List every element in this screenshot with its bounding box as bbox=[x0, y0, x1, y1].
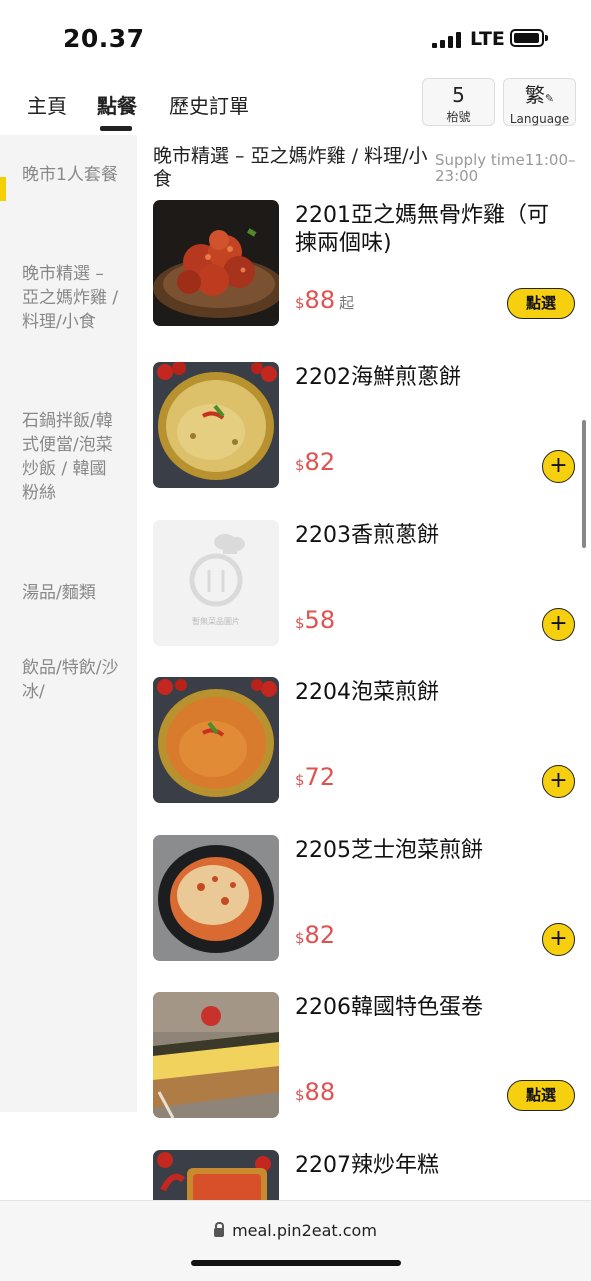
section-title: 晚市精選 – 亞之媽炸雞 / 料理/小食 bbox=[153, 145, 428, 190]
choose-button[interactable]: 點選 bbox=[507, 1080, 575, 1111]
menu-item[interactable]: 2206韓國特色蛋卷 $88 點選 bbox=[153, 992, 578, 1118]
choose-button[interactable]: 點選 bbox=[507, 288, 575, 319]
add-button[interactable]: + bbox=[542, 923, 575, 956]
tab-home[interactable]: 主頁 bbox=[27, 90, 67, 119]
add-button[interactable]: + bbox=[542, 608, 575, 641]
url-text: meal.pin2eat.com bbox=[232, 1221, 377, 1240]
category-soup-noodles[interactable]: 湯品/麵類 bbox=[22, 581, 122, 605]
item-price: $82 bbox=[295, 448, 336, 476]
tab-order-history[interactable]: 歷史訂單 bbox=[169, 90, 249, 119]
menu-item[interactable]: 2202海鮮煎蔥餅 $82 + bbox=[153, 362, 578, 488]
spicy-rice-cake-image[interactable] bbox=[153, 1150, 279, 1200]
egg-roll-image[interactable] bbox=[153, 992, 279, 1118]
signal-icon bbox=[432, 32, 462, 48]
kimchi-pancake-image[interactable] bbox=[153, 677, 279, 803]
lock-icon bbox=[214, 1222, 225, 1237]
item-name: 2203香煎蔥餅 bbox=[295, 523, 439, 548]
item-name: 2201亞之媽無骨炸雞（可揀兩個味) bbox=[295, 203, 549, 256]
category-dinner-set[interactable]: 晚市1人套餐 bbox=[22, 163, 122, 187]
add-button[interactable]: + bbox=[542, 450, 575, 483]
category-rice[interactable]: 石鍋拌飯/韓式便當/泡菜炒飯 / 韓國粉絲 bbox=[22, 409, 122, 505]
language-current: 繁 bbox=[524, 83, 545, 107]
scrollbar[interactable] bbox=[582, 420, 586, 548]
table-label: 枱號 bbox=[446, 110, 471, 124]
placeholder-image[interactable]: 暫無菜品圖片 bbox=[153, 520, 279, 646]
status-time: 20.37 bbox=[63, 24, 145, 53]
add-button[interactable]: + bbox=[542, 765, 575, 798]
top-nav: 主頁 點餐 歷史訂單 5 枱號 繁✎ Language bbox=[0, 78, 591, 134]
category-fried-chicken[interactable]: 晚市精選 – 亞之媽炸雞 / 料理/小食 bbox=[22, 262, 122, 334]
fried-chicken-image[interactable] bbox=[153, 200, 279, 326]
home-indicator[interactable] bbox=[191, 1260, 401, 1266]
language-button[interactable]: 繁✎ Language bbox=[503, 78, 576, 126]
status-bar: 20.37 LTE bbox=[0, 0, 591, 78]
active-category-indicator bbox=[0, 177, 6, 201]
menu-item[interactable]: 暫無菜品圖片 2203香煎蔥餅 $58 + bbox=[153, 520, 578, 646]
item-price: $72 bbox=[295, 763, 336, 791]
item-price: $82 bbox=[295, 921, 336, 949]
item-price: $58 bbox=[295, 606, 336, 634]
supply-time: Supply time11:00–23:00 bbox=[435, 151, 576, 185]
active-tab-indicator bbox=[100, 126, 132, 131]
network-label: LTE bbox=[470, 28, 505, 50]
menu-item[interactable]: 2205芝士泡菜煎餅 $82 + bbox=[153, 835, 578, 961]
item-price: $88 起 bbox=[295, 286, 355, 314]
item-name: 2206韓國特色蛋卷 bbox=[295, 995, 483, 1020]
item-name: 2205芝士泡菜煎餅 bbox=[295, 838, 483, 863]
menu-item[interactable]: 2201亞之媽無骨炸雞（可揀兩個味) $88 起 點選 bbox=[153, 200, 578, 326]
category-drinks[interactable]: 飲品/特飲/沙冰/ bbox=[22, 656, 122, 704]
menu-item[interactable]: 2207辣炒年糕 bbox=[153, 1150, 578, 1200]
item-name: 2207辣炒年糕 bbox=[295, 1153, 439, 1178]
table-number-button[interactable]: 5 枱號 bbox=[422, 78, 495, 126]
cheese-kimchi-pancake-image[interactable] bbox=[153, 835, 279, 961]
table-number: 5 bbox=[452, 83, 465, 107]
item-name: 2204泡菜煎餅 bbox=[295, 680, 439, 705]
battery-icon bbox=[510, 29, 548, 47]
url-bar[interactable]: meal.pin2eat.com bbox=[0, 1200, 591, 1281]
tab-order[interactable]: 點餐 bbox=[97, 90, 137, 119]
item-price: $88 bbox=[295, 1078, 336, 1106]
pencil-icon: ✎ bbox=[544, 92, 555, 105]
menu-item[interactable]: 2204泡菜煎餅 $72 + bbox=[153, 677, 578, 803]
item-name: 2202海鮮煎蔥餅 bbox=[295, 365, 461, 390]
seafood-pancake-image[interactable] bbox=[153, 362, 279, 488]
language-label: Language bbox=[509, 112, 570, 126]
placeholder-text: 暫無菜品圖片 bbox=[192, 617, 240, 626]
